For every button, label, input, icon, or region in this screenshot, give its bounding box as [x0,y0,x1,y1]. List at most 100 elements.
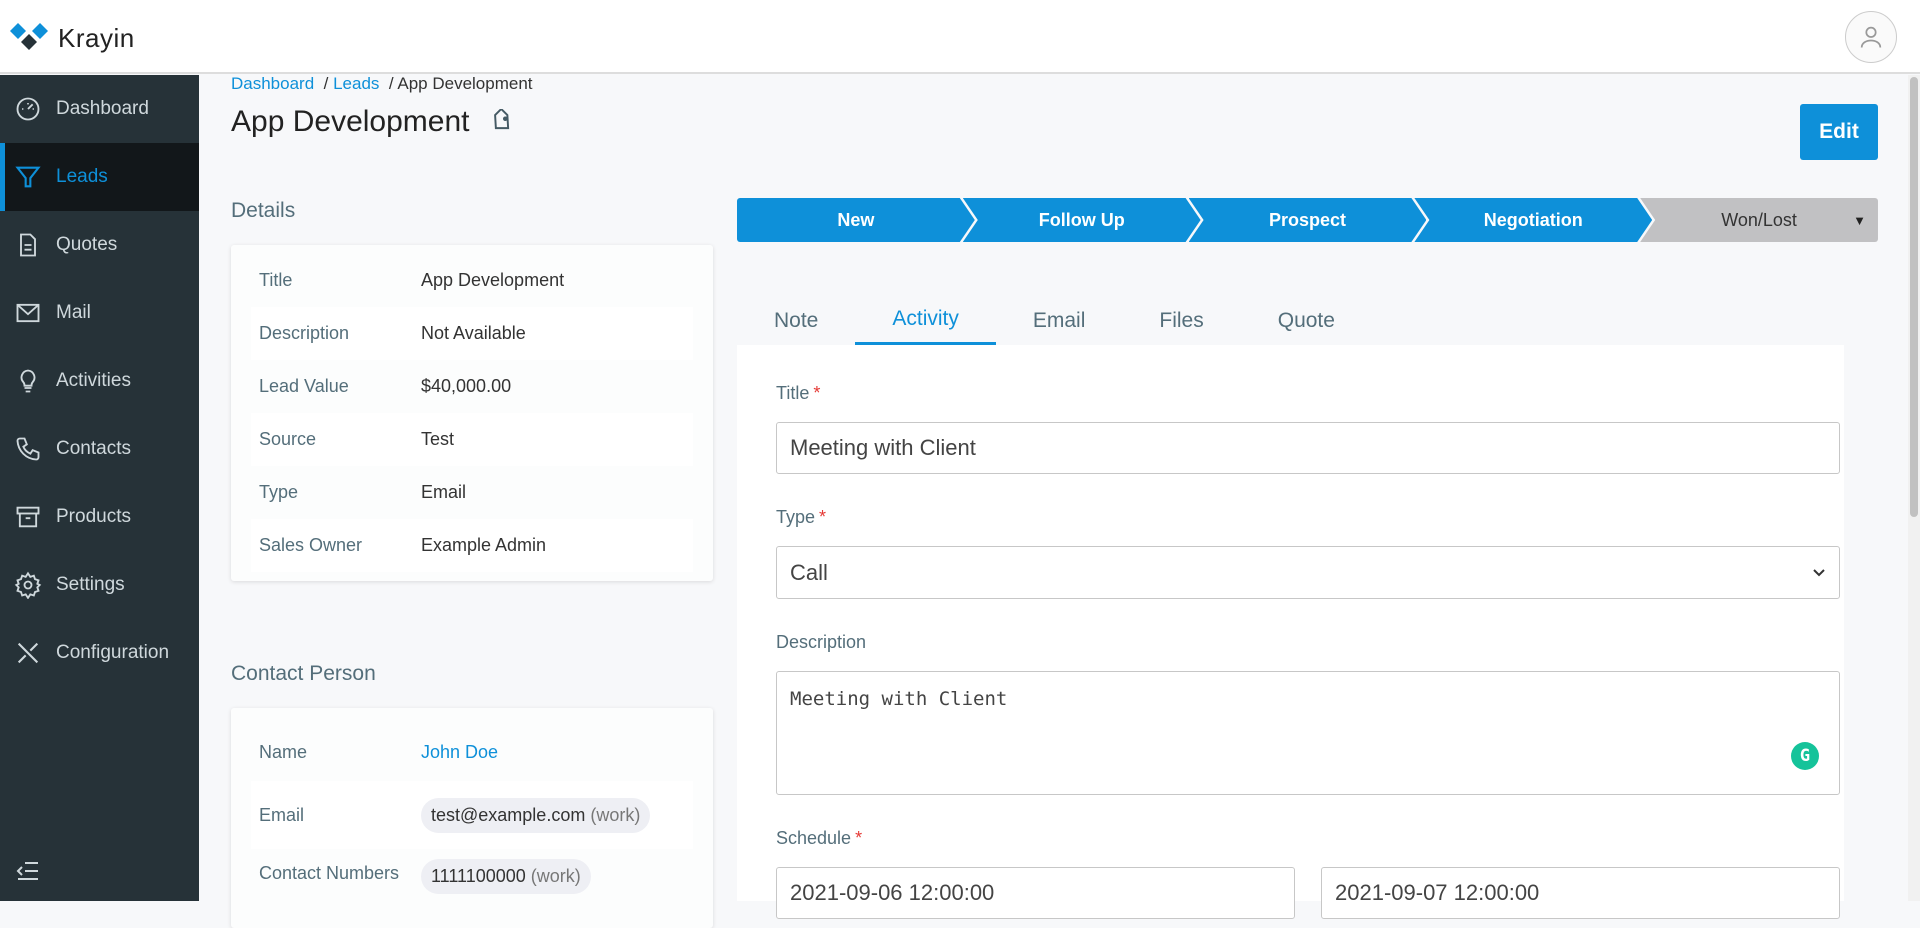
detail-row: Sales Owner Example Admin [251,519,693,572]
tab-files[interactable]: Files [1122,296,1240,345]
detail-row: Type Email [251,466,693,519]
stage-won-lost[interactable]: Won/Lost ▼ [1640,198,1878,242]
scrollbar[interactable] [1908,75,1920,901]
detail-key: Source [259,429,317,449]
sidebar-item-activities[interactable]: Activities [0,347,199,415]
tab-activity[interactable]: Activity [855,296,996,345]
sidebar-item-label: Activities [56,370,131,391]
chevron-down-icon [1813,568,1825,576]
sidebar-item-label: Mail [56,302,91,323]
title-label: Title * [776,383,820,404]
detail-key: Sales Owner [259,535,363,555]
mail-icon [16,303,40,323]
description-textarea[interactable]: Meeting with Client G [776,671,1840,795]
title-input[interactable]: Meeting with Client [776,422,1840,474]
description-label: Description [776,632,867,652]
details-card: Title App Development Description Not Avai… [231,245,713,581]
caret-down-icon: ▼ [1853,212,1866,228]
stage-new[interactable]: New [737,198,975,242]
detail-key: Description [259,323,350,343]
app-name: Krayin [58,22,135,53]
schedule-label: Schedule * [776,828,862,849]
gear-icon [14,571,42,599]
sidebar-item-label: Dashboard [56,98,149,119]
tools-icon [17,642,39,664]
sidebar-item-quotes[interactable]: Quotes [0,211,199,279]
tab-email[interactable]: Email [996,296,1123,345]
schedule-from-input[interactable]: 2021-09-06 12:00:00 [776,867,1295,919]
pipeline-stages: New Follow Up Prospect Negotiation Won/L… [737,198,1878,242]
required-mark: * [855,828,863,848]
sidebar-item-label: Settings [56,574,125,595]
sidebar-item-dashboard[interactable]: Dashboard [0,75,199,143]
sidebar-item-label: Products [56,506,131,527]
label-text: Type [776,507,816,527]
stage-follow-up[interactable]: Follow Up [963,198,1201,242]
phone-value: 1111100000 [431,866,526,886]
archive-icon [16,506,40,528]
sidebar-item-products[interactable]: Products [0,483,199,551]
detail-key: Title [259,270,293,290]
contact-name-link[interactable]: John Doe [421,742,498,763]
breadcrumb: Dashboard / Leads / App Development [231,74,533,93]
detail-value: $40,000.00 [421,376,512,396]
edit-button[interactable]: Edit [1800,104,1878,160]
user-icon [1860,26,1882,48]
page-title-wrap: App Development [231,105,515,139]
sidebar-item-mail[interactable]: Mail [0,279,199,347]
stage-label: Won/Lost [1721,209,1797,230]
activity-form: Title * Meeting with Client Type * Call De… [737,345,1844,919]
logo[interactable]: Krayin [10,22,135,54]
tab-quote[interactable]: Quote [1241,296,1372,345]
sidebar-item-leads[interactable]: Leads [0,143,199,211]
label-text: Schedule [776,828,852,848]
breadcrumb-dashboard[interactable]: Dashboard [231,74,314,93]
description-text: Meeting with Client [790,688,1008,710]
schedule-to-input[interactable]: 2021-09-07 12:00:00 [1321,867,1840,919]
sidebar-item-settings[interactable]: Settings [0,551,199,619]
funnel-icon [15,166,41,188]
dashboard-icon [16,97,40,121]
tag-icon[interactable] [489,109,515,135]
detail-value: Test [421,429,455,449]
krayin-logo-icon [10,23,48,50]
stage-prospect[interactable]: Prospect [1189,198,1427,242]
detail-row: Source Test [251,413,693,466]
email-value: test@example.com [431,804,586,825]
scrollbar-thumb[interactable] [1910,77,1918,517]
type-select[interactable]: Call [776,546,1840,599]
sidebar-item-label: Configuration [56,642,170,663]
contact-row: Name John Doe [251,723,693,781]
breadcrumb-current: App Development [397,74,533,93]
email-pill: test@example.com (work) [421,797,651,833]
top-header: Krayin [0,0,1920,74]
tab-note[interactable]: Note [737,296,855,345]
sidebar-item-label: Quotes [56,234,118,255]
grammarly-icon[interactable]: G [1791,742,1819,770]
contact-key: Email [259,804,305,825]
document-icon [20,233,36,257]
phone-icon [16,437,40,461]
phone-pill: 1111100000 (work) [421,859,591,894]
breadcrumb-leads[interactable]: Leads [333,74,379,93]
sidebar-item-contacts[interactable]: Contacts [0,415,199,483]
detail-key: Lead Value [259,376,349,396]
sidebar-item-configuration[interactable]: Configuration [0,619,199,687]
stage-negotiation[interactable]: Negotiation [1414,198,1652,242]
required-mark: * [813,383,821,403]
details-heading: Details [231,199,296,222]
contact-row: Contact Numbers 1111100000 (work) [251,849,693,917]
collapse-sidebar-icon[interactable] [16,860,40,882]
sidebar-item-label: Contacts [56,438,131,459]
detail-value: Email [421,482,467,502]
label-text: Title [776,383,810,403]
type-label: Type * [776,507,826,528]
page-title: App Development [231,105,470,138]
detail-row: Title App Development [251,254,693,307]
detail-value: Example Admin [421,535,547,555]
sidebar-item-label: Leads [56,166,108,187]
required-mark: * [819,507,827,527]
user-avatar[interactable] [1845,11,1897,63]
lightbulb-icon [20,369,36,393]
contact-heading: Contact Person [231,662,376,685]
